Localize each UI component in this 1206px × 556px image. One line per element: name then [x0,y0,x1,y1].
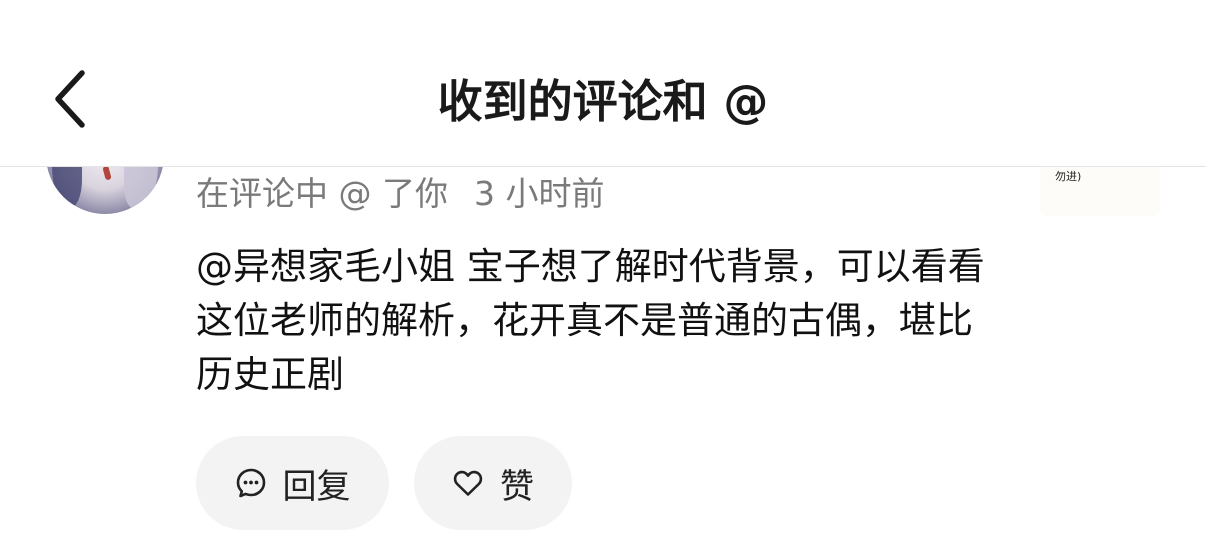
like-button[interactable]: 赞 [414,436,572,530]
thumbnail-text: 勿进) [1055,170,1082,183]
heart-icon [452,467,484,499]
like-label: 赞 [500,466,534,507]
timestamp: 3 小时前 [473,174,605,213]
comment-bubble-icon [235,467,267,499]
reply-button[interactable]: 回复 [196,436,389,530]
reply-label: 回复 [282,466,351,507]
top-nav-bar: 收到的评论和 @ [0,0,1206,167]
mention-action-text: 在评论中 @ 了你 [196,174,448,213]
page-title: 收到的评论和 @ [437,75,769,128]
notification-meta: 在评论中 @ 了你 3 小时前 [196,170,604,218]
comment-text[interactable]: @异想家毛小姐 宝子想了解时代背景，可以看看这位老师的解析，花开真不是普通的古偶… [196,240,996,402]
